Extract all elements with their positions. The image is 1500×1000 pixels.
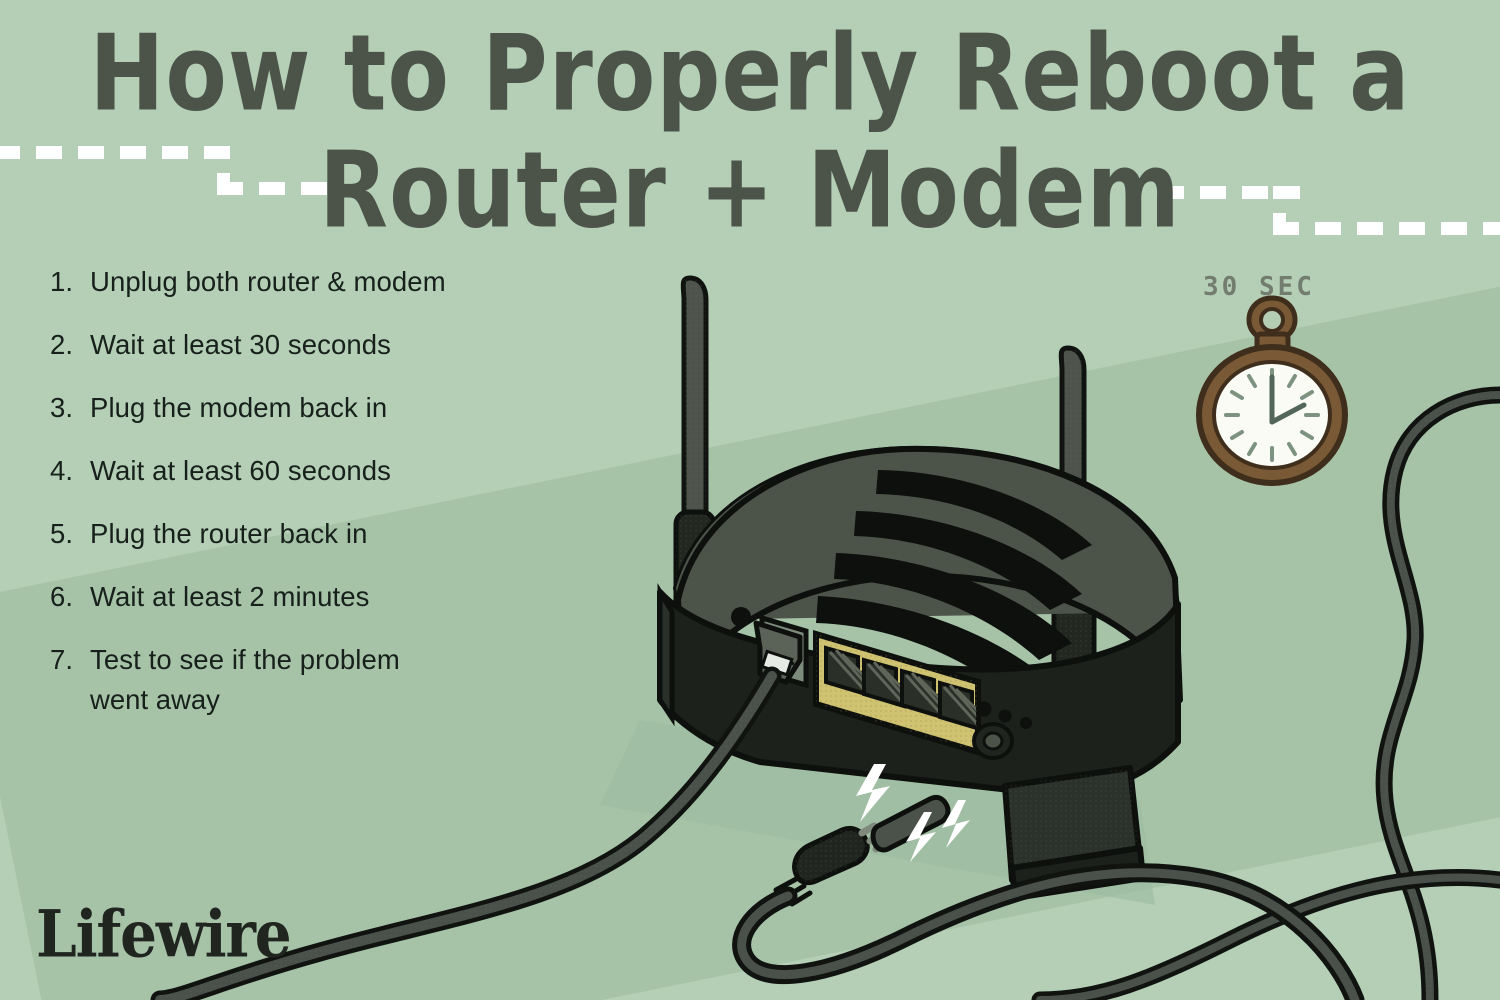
led-indicator <box>1020 717 1032 729</box>
stopwatch-icon <box>1196 295 1348 486</box>
led-indicator <box>976 701 992 717</box>
stopwatch: 30 SEC <box>1185 272 1360 487</box>
power-connector-cable <box>732 863 1365 1000</box>
brand-logo: Lifewire <box>36 896 292 973</box>
router-illustration <box>150 275 1500 1000</box>
reset-pinhole[interactable] <box>731 607 751 627</box>
led-indicator <box>998 709 1012 723</box>
infographic-poster: How to Properly Reboot a Router + Modem … <box>0 0 1500 1000</box>
power-button[interactable] <box>972 722 1014 760</box>
stopwatch-label: 30 SEC <box>1203 272 1315 302</box>
right-power-cable <box>1375 386 1500 1000</box>
